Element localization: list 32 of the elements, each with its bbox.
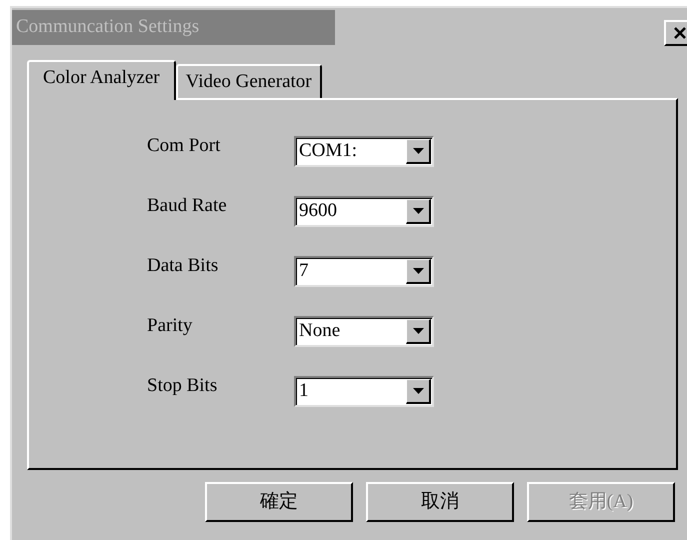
dropdown[interactable]: 7 [294,256,434,287]
dropdown-value: None [298,319,342,344]
tab[interactable]: Color Analyzer [27,60,176,100]
field-label: Parity [147,314,194,338]
dropdown-arrow-button[interactable] [406,199,431,224]
dropdown[interactable]: COM1: [294,136,434,167]
down-arrow-icon [412,208,424,214]
dialog-button[interactable]: 取消 [366,482,514,522]
down-arrow-icon [412,328,424,334]
dropdown[interactable]: 9600 [294,196,434,227]
dropdown[interactable]: None [294,316,434,347]
field-label: Com Port [147,134,222,158]
down-arrow-icon [412,268,424,274]
close-icon [673,26,687,40]
dropdown-value: 7 [298,259,310,284]
dropdown-value: 9600 [298,199,338,224]
down-arrow-icon [412,148,424,154]
dropdown[interactable]: 1 [294,376,434,407]
dropdown-arrow-button[interactable] [406,379,431,404]
down-arrow-icon [412,388,424,394]
field-label: Stop Bits [147,374,218,398]
dropdown-arrow-button[interactable] [406,259,431,284]
window-title: Communcation Settings [12,10,335,45]
dropdown-value: COM1: [298,139,358,164]
dropdown-arrow-button[interactable] [406,139,431,164]
tab[interactable]: Video Generator [176,64,322,98]
dropdown-value: 1 [298,379,310,404]
close-button[interactable] [664,20,687,46]
field-label: Data Bits [147,254,220,278]
field-label: Baud Rate [147,194,228,218]
dropdown-arrow-button[interactable] [406,319,431,344]
dialog-button[interactable]: 確定 [205,482,353,522]
